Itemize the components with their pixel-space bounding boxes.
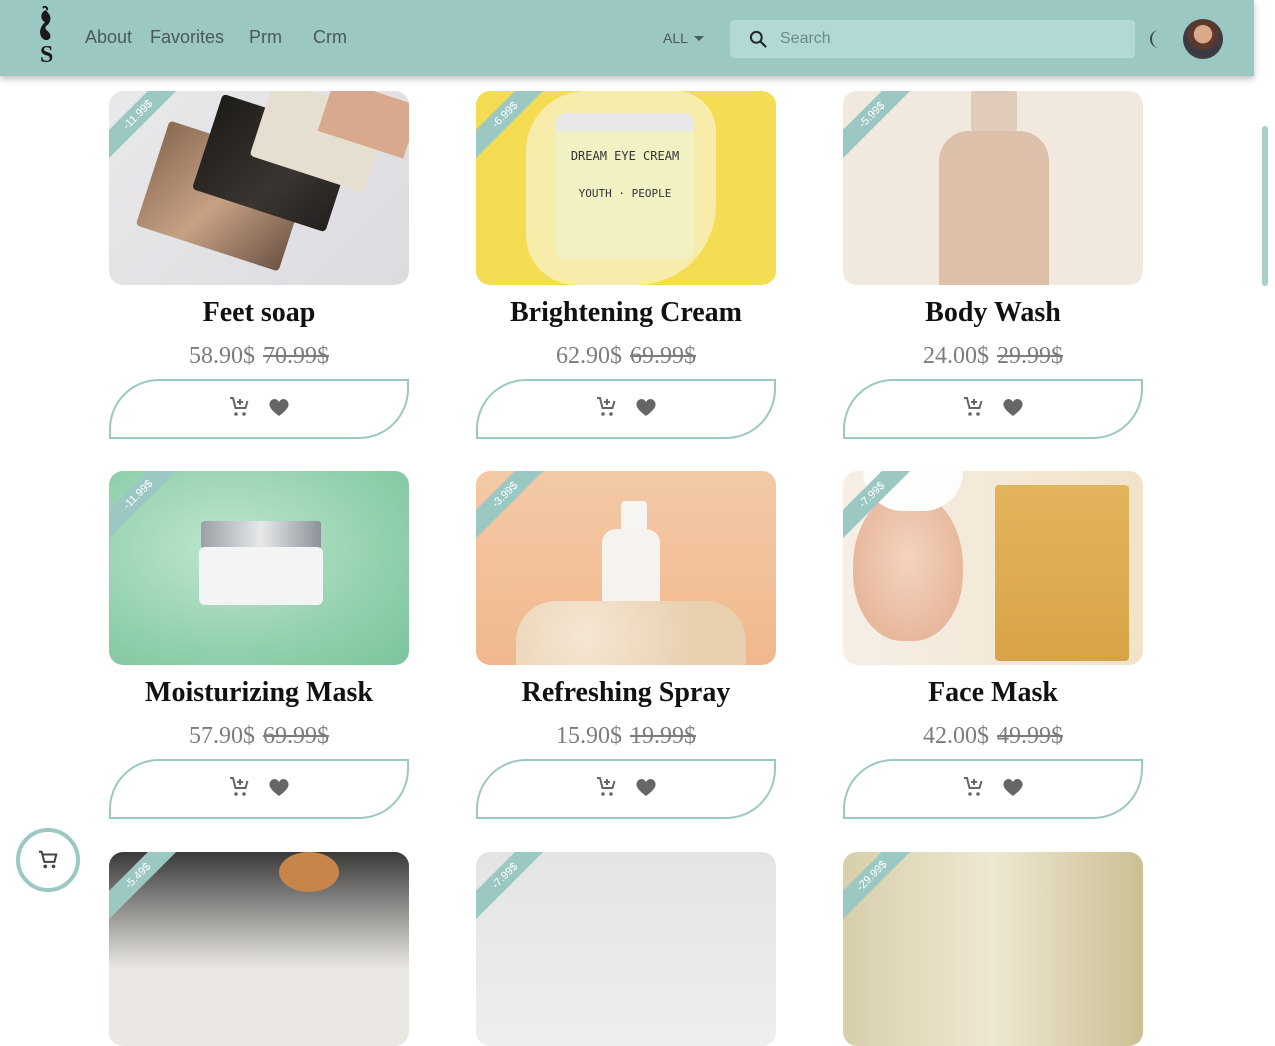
heart-icon[interactable]: [267, 775, 291, 804]
scrollbar-thumb[interactable]: [1262, 126, 1268, 286]
product-image[interactable]: DREAM EYE CREAM YOUTH · PEOPLE -6.99$: [476, 91, 776, 285]
product-prices: 58.90$ 70.99$: [109, 341, 409, 371]
category-filter-dropdown[interactable]: ALL: [663, 30, 704, 46]
product-image[interactable]: -5.49$: [109, 852, 409, 1046]
add-shopping-cart-icon[interactable]: [594, 395, 618, 424]
discount-badge: -29.99$: [843, 852, 933, 937]
add-shopping-cart-icon[interactable]: [961, 395, 985, 424]
product-actions: [843, 759, 1143, 819]
product-card: -11.99$ Feet soap 58.90$ 70.99$: [109, 91, 409, 439]
current-price: 24.00$: [923, 343, 989, 369]
old-price: 69.99$: [263, 723, 329, 749]
current-price: 58.90$: [189, 343, 255, 369]
product-card: -5.99$ Body Wash 24.00$ 29.99$: [843, 91, 1143, 439]
current-price: 42.00$: [923, 723, 989, 749]
product-name: Moisturizing Mask: [145, 677, 373, 708]
discount-badge: -5.99$: [843, 91, 933, 176]
product-card: DREAM EYE CREAM YOUTH · PEOPLE -6.99$ Br…: [476, 91, 776, 439]
product-actions: [476, 379, 776, 439]
svg-text:S: S: [40, 42, 53, 64]
add-shopping-cart-icon[interactable]: [227, 775, 251, 804]
product-name: Brightening Cream: [509, 297, 743, 328]
product-image[interactable]: -3.99$: [476, 471, 776, 665]
product-image[interactable]: -29.99$: [843, 852, 1143, 1046]
heart-icon[interactable]: [267, 395, 291, 424]
current-price: 57.90$: [189, 723, 255, 749]
search-icon: [749, 30, 767, 48]
old-price: 49.99$: [997, 723, 1063, 749]
add-shopping-cart-icon[interactable]: [961, 775, 985, 804]
product-prices: 62.90$ 69.99$: [476, 341, 776, 371]
heart-icon[interactable]: [1001, 775, 1025, 804]
product-prices: 42.00$ 49.99$: [843, 721, 1143, 751]
old-price: 69.99$: [630, 343, 696, 369]
product-prices: 57.90$ 69.99$: [109, 721, 409, 751]
product-actions: [476, 759, 776, 819]
cart-button[interactable]: [16, 828, 80, 892]
product-card: -7.99$: [476, 852, 776, 1046]
nav-crm[interactable]: Crm: [313, 27, 347, 48]
product-image[interactable]: -11.99$: [109, 471, 409, 665]
old-price: 19.99$: [630, 723, 696, 749]
product-image[interactable]: -5.99$: [843, 91, 1143, 285]
old-price: 70.99$: [263, 343, 329, 369]
discount-badge: -7.99$: [476, 852, 566, 937]
moon-icon[interactable]: [1146, 29, 1164, 54]
chevron-down-icon: [693, 35, 704, 41]
category-filter-label: ALL: [663, 30, 688, 46]
product-actions: [109, 379, 409, 439]
nav-favorites[interactable]: Favorites: [150, 27, 224, 48]
heart-icon[interactable]: [1001, 395, 1025, 424]
heart-icon[interactable]: [634, 775, 658, 804]
search-input[interactable]: [778, 29, 1112, 49]
product-name: Feet soap: [202, 297, 316, 328]
product-card: -3.99$ Refreshing Spray 15.90$ 19.99$: [476, 471, 776, 819]
top-navbar: S About Favorites Prm Crm ALL: [0, 0, 1254, 76]
swan-logo[interactable]: S: [32, 5, 66, 68]
product-card: -7.99$ Face Mask 42.00$ 49.99$: [843, 471, 1143, 819]
nav-about[interactable]: About: [85, 27, 132, 48]
search-bar: [730, 20, 1135, 58]
old-price: 29.99$: [997, 343, 1063, 369]
product-image[interactable]: -7.99$: [476, 852, 776, 1046]
product-prices: 24.00$ 29.99$: [843, 341, 1143, 371]
product-actions: [109, 759, 409, 819]
current-price: 62.90$: [556, 343, 622, 369]
product-prices: 15.90$ 19.99$: [476, 721, 776, 751]
shopping-cart-icon: [38, 850, 58, 869]
current-price: 15.90$: [556, 723, 622, 749]
product-name: Body Wash: [925, 297, 1061, 328]
add-shopping-cart-icon[interactable]: [594, 775, 618, 804]
nav-prm[interactable]: Prm: [249, 27, 282, 48]
add-shopping-cart-icon[interactable]: [227, 395, 251, 424]
product-name: Refreshing Spray: [521, 677, 731, 708]
discount-badge: -11.99$: [109, 471, 199, 556]
product-card: -29.99$: [843, 852, 1143, 1046]
heart-icon[interactable]: [634, 395, 658, 424]
product-actions: [843, 379, 1143, 439]
product-card: -5.49$: [109, 852, 409, 1046]
product-card: -11.99$ Moisturizing Mask 57.90$ 69.99$: [109, 471, 409, 819]
discount-badge: -5.49$: [109, 852, 199, 937]
user-avatar[interactable]: [1183, 19, 1223, 59]
product-image[interactable]: -7.99$: [843, 471, 1143, 665]
discount-badge: -3.99$: [476, 471, 566, 556]
product-image[interactable]: -11.99$: [109, 91, 409, 285]
product-name: Face Mask: [928, 677, 1058, 708]
